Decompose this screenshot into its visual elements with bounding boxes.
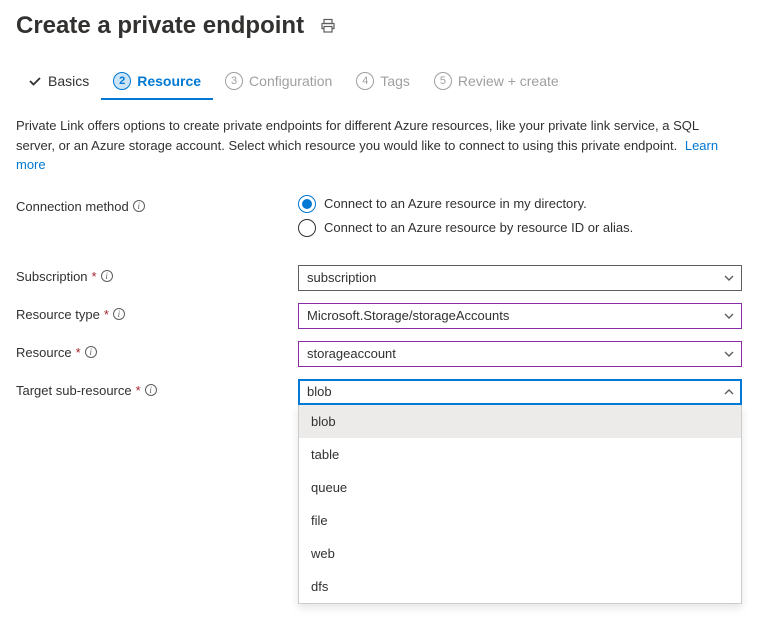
dropdown-item[interactable]: web: [299, 537, 741, 570]
dropdown-item[interactable]: file: [299, 504, 741, 537]
radio-icon: [298, 219, 316, 237]
dropdown-item[interactable]: dfs: [299, 570, 741, 603]
connection-method-radio-group: Connect to an Azure resource in my direc…: [298, 195, 742, 237]
tab-label: Tags: [380, 73, 410, 89]
info-icon[interactable]: i: [133, 200, 145, 212]
tab-review[interactable]: 5 Review + create: [422, 64, 571, 100]
radio-connect-directory[interactable]: Connect to an Azure resource in my direc…: [298, 195, 742, 213]
info-icon[interactable]: i: [101, 270, 113, 282]
print-icon[interactable]: [320, 18, 336, 34]
select-value: blob: [307, 384, 332, 399]
info-icon[interactable]: i: [145, 384, 157, 396]
required-asterisk: *: [76, 345, 81, 360]
tab-configuration[interactable]: 3 Configuration: [213, 64, 344, 100]
tab-label: Review + create: [458, 73, 559, 89]
required-asterisk: *: [104, 307, 109, 322]
info-icon[interactable]: i: [113, 308, 125, 320]
page-title: Create a private endpoint: [16, 12, 304, 40]
select-value: subscription: [307, 270, 376, 285]
tab-basics[interactable]: Basics: [16, 64, 101, 100]
chevron-down-icon: [723, 310, 735, 322]
tab-label: Basics: [48, 73, 89, 89]
checkmark-icon: [28, 74, 42, 88]
target-sub-resource-select[interactable]: blob: [298, 379, 742, 405]
tab-label: Configuration: [249, 73, 332, 89]
tab-number: 2: [113, 72, 131, 90]
resource-label: Resource: [16, 345, 72, 360]
radio-label: Connect to an Azure resource by resource…: [324, 220, 633, 235]
tab-number: 5: [434, 72, 452, 90]
connection-method-label: Connection method: [16, 199, 129, 214]
tab-number: 3: [225, 72, 243, 90]
subscription-select[interactable]: subscription: [298, 265, 742, 291]
required-asterisk: *: [92, 269, 97, 284]
resource-type-label: Resource type: [16, 307, 100, 322]
radio-connect-resource-id[interactable]: Connect to an Azure resource by resource…: [298, 219, 742, 237]
info-icon[interactable]: i: [85, 346, 97, 358]
tab-tags[interactable]: 4 Tags: [344, 64, 422, 100]
radio-label: Connect to an Azure resource in my direc…: [324, 196, 587, 211]
chevron-down-icon: [723, 386, 735, 398]
wizard-tabs: Basics 2 Resource 3 Configuration 4 Tags…: [16, 64, 742, 100]
radio-icon: [298, 195, 316, 213]
chevron-down-icon: [723, 348, 735, 360]
target-sub-resource-label: Target sub-resource: [16, 383, 132, 398]
tab-resource[interactable]: 2 Resource: [101, 64, 213, 100]
dropdown-item[interactable]: queue: [299, 471, 741, 504]
subscription-label: Subscription: [16, 269, 88, 284]
select-value: storageaccount: [307, 346, 396, 361]
dropdown-item[interactable]: table: [299, 438, 741, 471]
select-value: Microsoft.Storage/storageAccounts: [307, 308, 509, 323]
chevron-down-icon: [723, 272, 735, 284]
tab-label: Resource: [137, 73, 201, 89]
tab-description: Private Link offers options to create pr…: [16, 116, 736, 175]
target-sub-resource-dropdown: blobtablequeuefilewebdfs: [298, 405, 742, 604]
dropdown-item[interactable]: blob: [299, 405, 741, 438]
tab-number: 4: [356, 72, 374, 90]
required-asterisk: *: [136, 383, 141, 398]
resource-select[interactable]: storageaccount: [298, 341, 742, 367]
resource-type-select[interactable]: Microsoft.Storage/storageAccounts: [298, 303, 742, 329]
